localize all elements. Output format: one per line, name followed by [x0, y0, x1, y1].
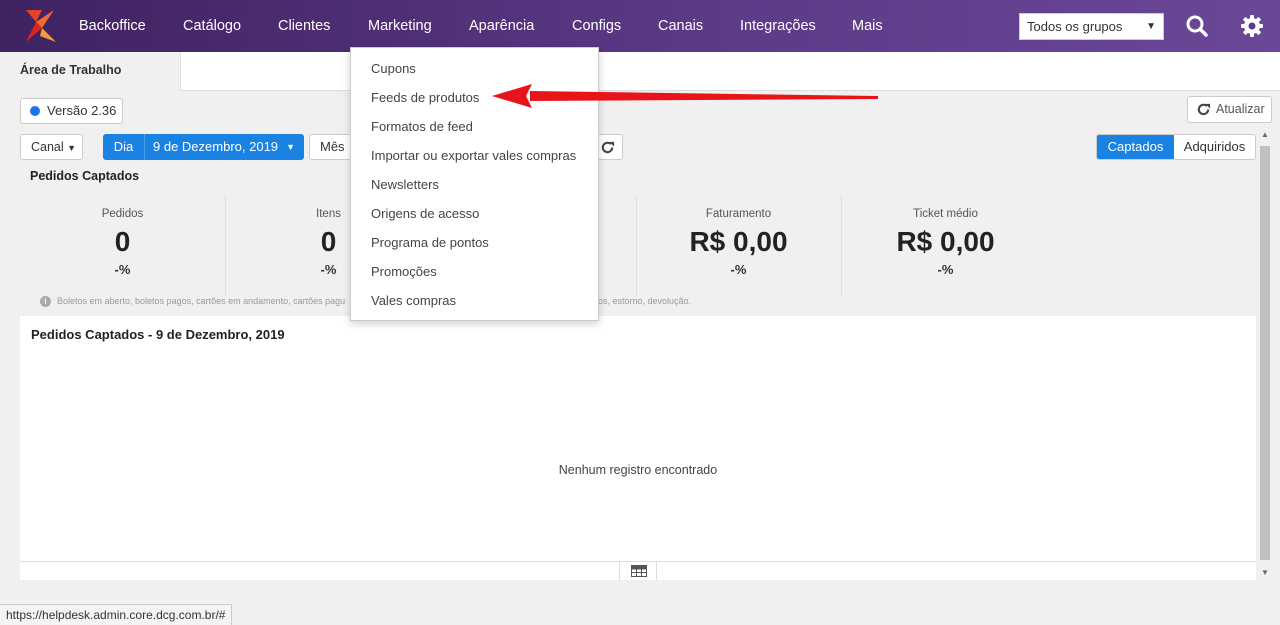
menu-item-vales-compras[interactable]: Vales compras: [371, 293, 456, 308]
date-picker[interactable]: Dia 9 de Dezembro, 2019 ▼: [103, 134, 304, 160]
stat-percent: -%: [114, 262, 131, 277]
summary-title: Pedidos Captados: [30, 169, 140, 183]
scroll-up-icon[interactable]: ▲: [1258, 128, 1272, 142]
date-value[interactable]: 9 de Dezembro, 2019: [153, 134, 278, 160]
info-note-tail: os, estorno, devolução.: [598, 296, 692, 306]
chevron-down-icon: ▼: [1146, 21, 1156, 32]
stat-label: Faturamento: [705, 208, 772, 220]
stat-value: 0: [114, 226, 131, 257]
stat-percent: -%: [730, 262, 747, 277]
nav-marketing[interactable]: Marketing: [368, 0, 432, 52]
table-icon: [631, 565, 647, 577]
nav-canais[interactable]: Canais: [658, 0, 703, 52]
stat-value: R$ 0,00: [689, 226, 788, 257]
info-note: i Boletos em aberto, boletos pagos, cartõ…: [40, 296, 345, 307]
stat-faturamento: Faturamento R$ 0,00 -%: [636, 196, 841, 296]
menu-item-importar-exportar[interactable]: Importar ou exportar vales compras: [371, 148, 576, 163]
empty-message: Nenhum registro encontrado: [558, 463, 718, 477]
nav-catalogo[interactable]: Catálogo: [183, 0, 241, 52]
menu-item-cupons[interactable]: Cupons: [371, 61, 416, 76]
captados-button[interactable]: Captados: [1097, 135, 1174, 159]
menu-item-formatos-de-feed[interactable]: Formatos de feed: [371, 119, 473, 134]
status-bar-url: https://helpdesk.admin.core.dcg.com.br/#: [0, 604, 233, 625]
menu-item-feeds-de-produtos[interactable]: Feeds de produtos: [371, 90, 479, 105]
info-note-text: Boletos em aberto, boletos pagos, cartõe…: [57, 296, 346, 306]
stat-pedidos: Pedidos 0 -%: [20, 196, 225, 296]
adquiridos-button[interactable]: Adquiridos: [1174, 135, 1255, 159]
refresh-label: Atualizar: [1216, 102, 1265, 116]
sync-icon: [601, 141, 615, 154]
canal-dropdown[interactable]: Canal ▼: [20, 134, 83, 160]
divider: [841, 196, 842, 296]
version-badge[interactable]: Versão 2.36: [20, 98, 123, 124]
table-view-button[interactable]: [619, 562, 657, 581]
refresh-icon: [1197, 103, 1211, 116]
stat-value: R$ 0,00: [896, 226, 995, 257]
top-navbar: Backoffice Catálogo Clientes Marketing A…: [0, 0, 1280, 52]
nav-aparencia[interactable]: Aparência: [469, 0, 534, 52]
info-icon: i: [40, 296, 51, 307]
gear-icon[interactable]: [1239, 13, 1265, 39]
nav-integracoes[interactable]: Integrações: [740, 0, 816, 52]
annotation-arrow-icon: [492, 84, 878, 108]
menu-item-programa-de-pontos[interactable]: Programa de pontos: [371, 235, 489, 250]
dia-button[interactable]: Dia: [103, 134, 145, 160]
caret-down-icon: ▼: [67, 143, 77, 153]
scroll-down-icon[interactable]: ▼: [1258, 566, 1272, 580]
nav-configs[interactable]: Configs: [572, 0, 621, 52]
refresh-button[interactable]: Atualizar: [1187, 96, 1272, 123]
panel-footer: [20, 561, 1256, 581]
group-select-value: Todos os grupos: [1027, 19, 1123, 34]
stat-label: Pedidos: [101, 208, 144, 220]
stat-ticket-medio: Ticket médio R$ 0,00 -%: [843, 196, 1048, 296]
tab-area-de-trabalho[interactable]: Área de Trabalho: [0, 52, 181, 91]
scrollbar[interactable]: ▲ ▼: [1258, 128, 1272, 580]
nav-mais[interactable]: Mais: [852, 0, 883, 52]
caret-down-icon[interactable]: ▼: [286, 134, 295, 160]
status-dot-icon: [30, 106, 40, 116]
canal-label: Canal: [31, 140, 64, 154]
group-select[interactable]: Todos os grupos ▼: [1019, 13, 1164, 40]
nav-backoffice[interactable]: Backoffice: [79, 0, 146, 52]
panel-title: Pedidos Captados - 9 de Dezembro, 2019: [31, 327, 285, 342]
search-icon[interactable]: [1184, 13, 1210, 39]
stat-label: Ticket médio: [913, 208, 978, 220]
mes-button[interactable]: Mês: [309, 134, 354, 160]
scroll-thumb[interactable]: [1260, 146, 1270, 560]
logo-icon[interactable]: [22, 8, 58, 44]
menu-item-promocoes[interactable]: Promoções: [371, 264, 437, 279]
menu-item-newsletters[interactable]: Newsletters: [371, 177, 439, 192]
stat-percent: -%: [937, 262, 954, 277]
menu-item-origens-de-acesso[interactable]: Origens de acesso: [371, 206, 479, 221]
mode-toggle: Captados Adquiridos: [1096, 134, 1256, 160]
nav-clientes[interactable]: Clientes: [278, 0, 330, 52]
orders-panel: Pedidos Captados - 9 de Dezembro, 2019 N…: [20, 316, 1256, 581]
version-label: Versão 2.36: [47, 103, 117, 118]
